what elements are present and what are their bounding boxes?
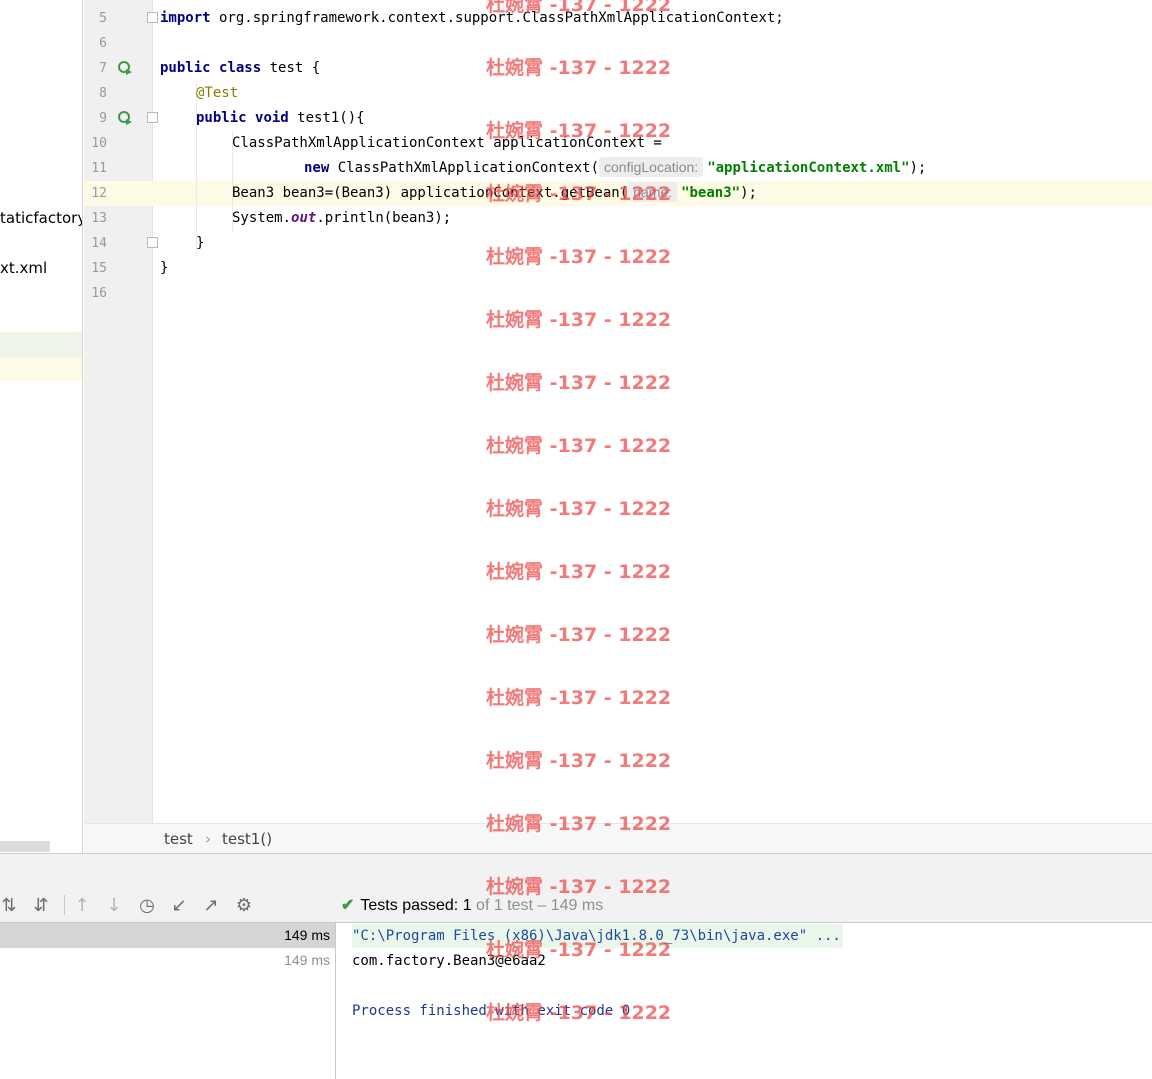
code-line-10: ClassPathXmlApplicationContext applicati… bbox=[232, 131, 662, 156]
breadcrumb-class[interactable]: test bbox=[164, 830, 193, 848]
string-literal: "bean3" bbox=[681, 185, 741, 201]
project-tool-window: taticfactory xt.xml bbox=[0, 0, 83, 853]
console-output[interactable]: "C:\Program Files (x86)\Java\jdk1.8.0_73… bbox=[337, 923, 1152, 1079]
previous-failed-icon[interactable]: ↑ bbox=[71, 894, 93, 916]
test-tree-row[interactable]: 149 ms bbox=[0, 923, 335, 948]
line-number: 16 bbox=[91, 286, 107, 301]
test-results-tree: 149 ms 149 ms bbox=[0, 923, 336, 1079]
line-number: 15 bbox=[91, 261, 107, 276]
run-test-icon[interactable] bbox=[117, 110, 133, 126]
keyword: public bbox=[160, 60, 211, 76]
fold-marker[interactable] bbox=[147, 12, 158, 23]
line-number: 13 bbox=[91, 211, 107, 226]
console-line: Process finished with exit code 0 bbox=[352, 1003, 631, 1019]
breadcrumb-method[interactable]: test1() bbox=[222, 830, 272, 848]
project-item-xml-file[interactable]: xt.xml bbox=[0, 259, 47, 277]
static-field: out bbox=[291, 210, 317, 226]
run-test-icon[interactable] bbox=[117, 60, 133, 76]
status-count: 1 bbox=[462, 897, 472, 914]
annotation: @Test bbox=[196, 85, 239, 101]
next-failed-icon[interactable]: ↓ bbox=[103, 894, 125, 916]
editor-gutter: 5 6 7 8 9 10 11 12 13 14 15 16 bbox=[84, 0, 158, 823]
code-line-14: } bbox=[196, 231, 204, 256]
parameter-hint: configLocation: bbox=[599, 157, 704, 177]
settings-icon[interactable]: ⚙ bbox=[233, 894, 255, 916]
fold-marker[interactable] bbox=[147, 112, 158, 123]
keyword: public bbox=[196, 110, 247, 126]
code-text: test1(){ bbox=[288, 110, 365, 126]
code-text: System. bbox=[232, 210, 292, 226]
string-literal: "applicationContext.xml" bbox=[707, 160, 910, 176]
test-tree-row[interactable]: 149 ms bbox=[0, 948, 335, 973]
code-line-7: public class test { bbox=[160, 56, 320, 81]
code-text: .println(bean3); bbox=[316, 210, 452, 226]
keyword: class bbox=[219, 60, 262, 76]
code-line-5: import org.springframework.context.suppo… bbox=[160, 6, 784, 31]
line-number: 6 bbox=[99, 36, 107, 51]
line-number: 9 bbox=[99, 111, 107, 126]
code-text: Bean3 bean3=(Bean3) applicationContext.g… bbox=[232, 185, 629, 201]
line-number: 8 bbox=[99, 86, 107, 101]
project-horizontal-scrollbar[interactable] bbox=[0, 841, 50, 852]
fold-marker[interactable] bbox=[147, 237, 158, 248]
code-line-12: Bean3 bean3=(Bean3) applicationContext.g… bbox=[232, 181, 757, 206]
test-runner-toolbar: ⇅ ⇵ ↑ ↓ ◷ ↙ ↗ ⚙ ✔ Tests passed: 1 of 1 te… bbox=[0, 887, 1152, 923]
test-status: ✔ Tests passed: 1 of 1 test – 149 ms bbox=[341, 895, 603, 915]
run-tool-window-header bbox=[0, 853, 1152, 887]
breadcrumb-separator: › bbox=[205, 830, 211, 848]
status-detail: of 1 test – 149 ms bbox=[471, 897, 604, 914]
code-line-13: System.out.println(bean3); bbox=[232, 206, 451, 231]
code-editor[interactable]: 5 6 7 8 9 10 11 12 13 14 15 16 import or… bbox=[84, 0, 1152, 853]
breadcrumb: test › test1() bbox=[84, 823, 1152, 853]
line-number: 10 bbox=[91, 136, 107, 151]
console-command-line: "C:\Program Files (x86)\Java\jdk1.8.0_73… bbox=[352, 924, 843, 948]
test-duration: 149 ms bbox=[284, 952, 330, 968]
line-number: 11 bbox=[91, 161, 107, 176]
keyword: import bbox=[160, 10, 211, 26]
line-number: 5 bbox=[99, 11, 107, 26]
collapse-all-icon[interactable]: ⇵ bbox=[30, 894, 52, 916]
code-text: ); bbox=[740, 185, 757, 201]
project-row-highlight bbox=[0, 357, 82, 381]
check-icon: ✔ bbox=[341, 897, 355, 914]
status-label: Tests passed: bbox=[360, 897, 463, 914]
code-line-15: } bbox=[160, 256, 168, 281]
code-line-8: @Test bbox=[196, 81, 238, 106]
toolbar-separator bbox=[64, 895, 65, 915]
console-line: com.factory.Bean3@e6aa2 bbox=[352, 953, 546, 969]
code-text: ClassPathXmlApplicationContext( bbox=[329, 160, 600, 176]
import-tests-icon[interactable]: ↙ bbox=[168, 894, 190, 916]
code-text: } bbox=[160, 260, 169, 276]
keyword: void bbox=[255, 110, 289, 126]
keyword: new bbox=[304, 160, 330, 176]
code-line-9: public void test1(){ bbox=[196, 106, 365, 131]
project-item-staticfactory[interactable]: taticfactory bbox=[0, 209, 82, 227]
code-text: } bbox=[196, 235, 205, 251]
code-text: test { bbox=[261, 60, 321, 76]
history-icon[interactable]: ◷ bbox=[136, 894, 158, 916]
line-number: 14 bbox=[91, 236, 107, 251]
code-text: ); bbox=[909, 160, 927, 176]
export-tests-icon[interactable]: ↗ bbox=[200, 894, 222, 916]
line-number: 12 bbox=[91, 186, 107, 201]
expand-all-icon[interactable]: ⇅ bbox=[0, 894, 20, 916]
code-line-11: new ClassPathXmlApplicationContext(confi… bbox=[304, 156, 926, 181]
code-text: ClassPathXmlApplicationContext applicati… bbox=[232, 135, 662, 151]
parameter-hint: name: bbox=[628, 182, 678, 202]
code-text: org.springframework.context.support.Clas… bbox=[210, 10, 784, 26]
test-duration: 149 ms bbox=[284, 927, 330, 943]
project-row-highlight bbox=[0, 332, 82, 357]
line-number: 7 bbox=[99, 61, 107, 76]
